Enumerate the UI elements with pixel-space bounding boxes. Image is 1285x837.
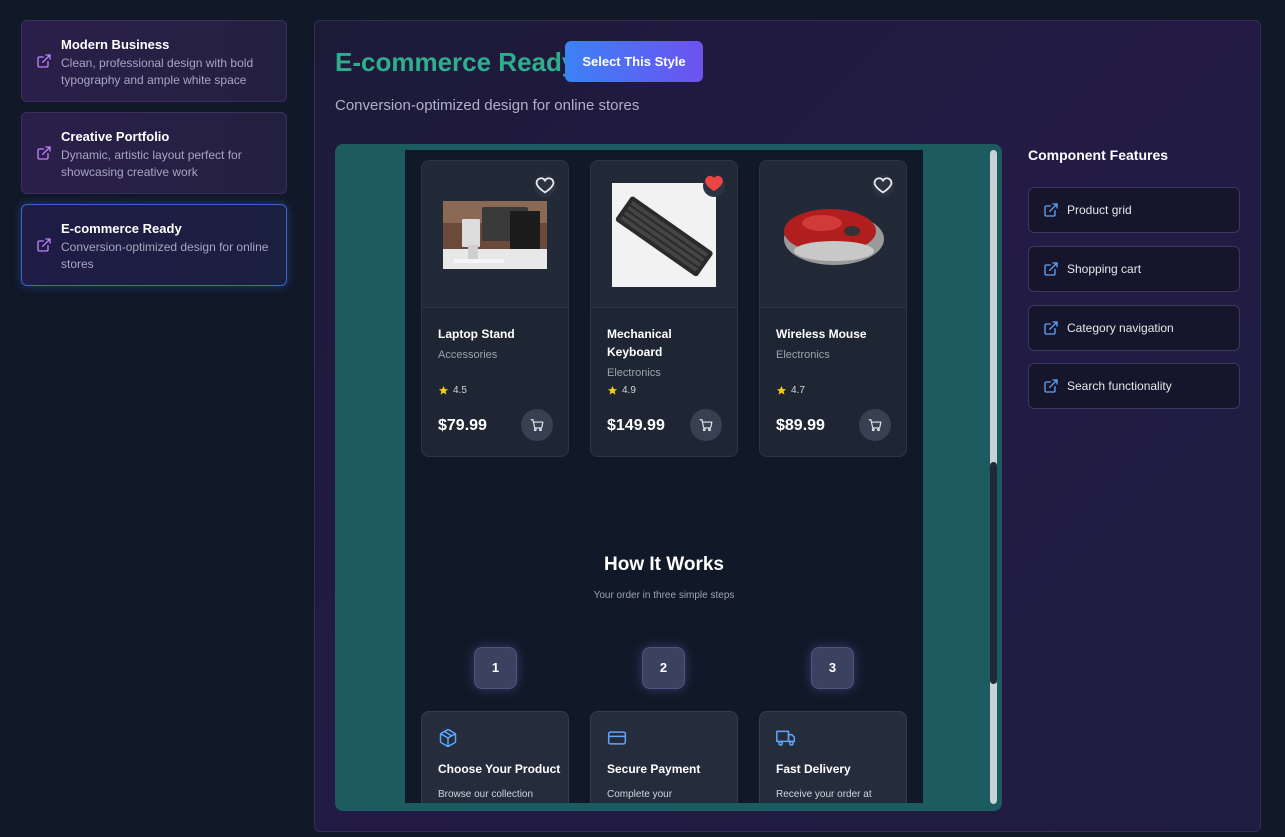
product-card[interactable]: Mechanical Keyboard Electronics 4.9 $149… (590, 160, 738, 457)
step-number: 3 (811, 647, 854, 689)
style-card-modern-business[interactable]: Modern Business Clean, professional desi… (21, 20, 287, 102)
product-rating: 4.9 (607, 385, 636, 396)
product-name: Laptop Stand (438, 327, 515, 341)
style-card-desc: Conversion-optimized design for online st… (61, 240, 269, 271)
external-link-icon (1044, 379, 1058, 393)
product-card[interactable]: Wireless Mouse Electronics 4.7 $89.99 (759, 160, 907, 457)
step-card: Fast Delivery Receive your order at (759, 711, 907, 803)
page-title: E-commerce Ready (335, 47, 577, 77)
star-icon (776, 385, 787, 395)
product-rating: 4.5 (438, 385, 467, 396)
external-link-icon (37, 146, 51, 160)
step-title: Fast Delivery (776, 762, 851, 776)
preview-scrollbar-thumb[interactable] (990, 462, 997, 684)
product-price: $149.99 (607, 417, 665, 434)
external-link-icon (1044, 321, 1058, 335)
feature-item-category-navigation[interactable]: Category navigation (1028, 305, 1240, 351)
feature-label: Search functionality (1067, 379, 1172, 393)
cart-icon (868, 419, 882, 432)
external-link-icon (1044, 203, 1058, 217)
step-title: Secure Payment (607, 762, 701, 776)
product-name: Mechanical Keyboard (607, 327, 672, 359)
step-number: 2 (642, 647, 685, 689)
product-price: $89.99 (776, 417, 825, 434)
style-card-desc: Clean, professional design with bold typo… (61, 56, 254, 87)
external-link-icon (1044, 262, 1058, 276)
favorite-button[interactable] (872, 175, 894, 197)
heart-icon (535, 177, 555, 194)
step-desc: Receive your order at (776, 789, 872, 800)
favorite-button[interactable] (534, 175, 556, 197)
product-rating: 4.7 (776, 385, 805, 396)
style-card-creative-portfolio[interactable]: Creative Portfolio Dynamic, artistic lay… (21, 112, 287, 194)
style-preview[interactable]: Laptop Stand Accessories 4.5 $79.99 Mech… (335, 144, 1002, 811)
package-icon (439, 728, 457, 748)
product-category: Accessories (438, 349, 498, 361)
step-desc: Browse our collection (438, 789, 534, 800)
style-card-ecommerce-ready[interactable]: E-commerce Ready Conversion-optimized de… (21, 204, 287, 286)
style-card-desc: Dynamic, artistic layout perfect for show… (61, 148, 242, 179)
style-card-title: Creative Portfolio (61, 129, 170, 144)
external-link-icon (37, 54, 51, 68)
style-card-title: E-commerce Ready (61, 221, 182, 236)
product-price: $79.99 (438, 417, 487, 434)
step-card: Choose Your Product Browse our collectio… (421, 711, 569, 803)
feature-label: Shopping cart (1067, 262, 1142, 276)
how-it-works-title: How It Works (604, 554, 724, 575)
feature-item-search-functionality[interactable]: Search functionality (1028, 363, 1240, 409)
style-detail-panel: E-commerce Ready Select This Style Conve… (314, 20, 1261, 832)
product-category: Electronics (607, 367, 661, 379)
feature-item-shopping-cart[interactable]: Shopping cart (1028, 246, 1240, 292)
product-card[interactable]: Laptop Stand Accessories 4.5 $79.99 (421, 160, 569, 457)
page-subtitle: Conversion-optimized design for online s… (335, 97, 640, 114)
select-style-button[interactable]: Select This Style (565, 41, 703, 82)
step-number: 1 (474, 647, 517, 689)
feature-label: Category navigation (1067, 321, 1174, 335)
heart-filled-icon (705, 175, 723, 192)
cart-icon (530, 419, 544, 432)
feature-label: Product grid (1067, 203, 1132, 217)
add-to-cart-button[interactable] (859, 409, 891, 441)
cart-icon (699, 419, 713, 432)
add-to-cart-button[interactable] (690, 409, 722, 441)
preview-page: Laptop Stand Accessories 4.5 $79.99 Mech… (405, 150, 923, 803)
favorite-button-active[interactable] (703, 175, 725, 197)
product-name: Wireless Mouse (776, 327, 867, 341)
style-card-title: Modern Business (61, 37, 170, 52)
heart-icon (873, 177, 893, 194)
step-title: Choose Your Product (438, 762, 561, 776)
product-category: Electronics (776, 349, 830, 361)
external-link-icon (37, 238, 51, 252)
feature-item-product-grid[interactable]: Product grid (1028, 187, 1240, 233)
step-card: Secure Payment Complete your (590, 711, 738, 803)
star-icon (607, 385, 618, 395)
features-title: Component Features (1028, 147, 1169, 163)
add-to-cart-button[interactable] (521, 409, 553, 441)
truck-icon (776, 730, 796, 746)
credit-card-icon (607, 731, 627, 745)
star-icon (438, 385, 449, 395)
step-desc: Complete your (607, 789, 673, 800)
how-it-works-subtitle: Your order in three simple steps (593, 590, 735, 601)
